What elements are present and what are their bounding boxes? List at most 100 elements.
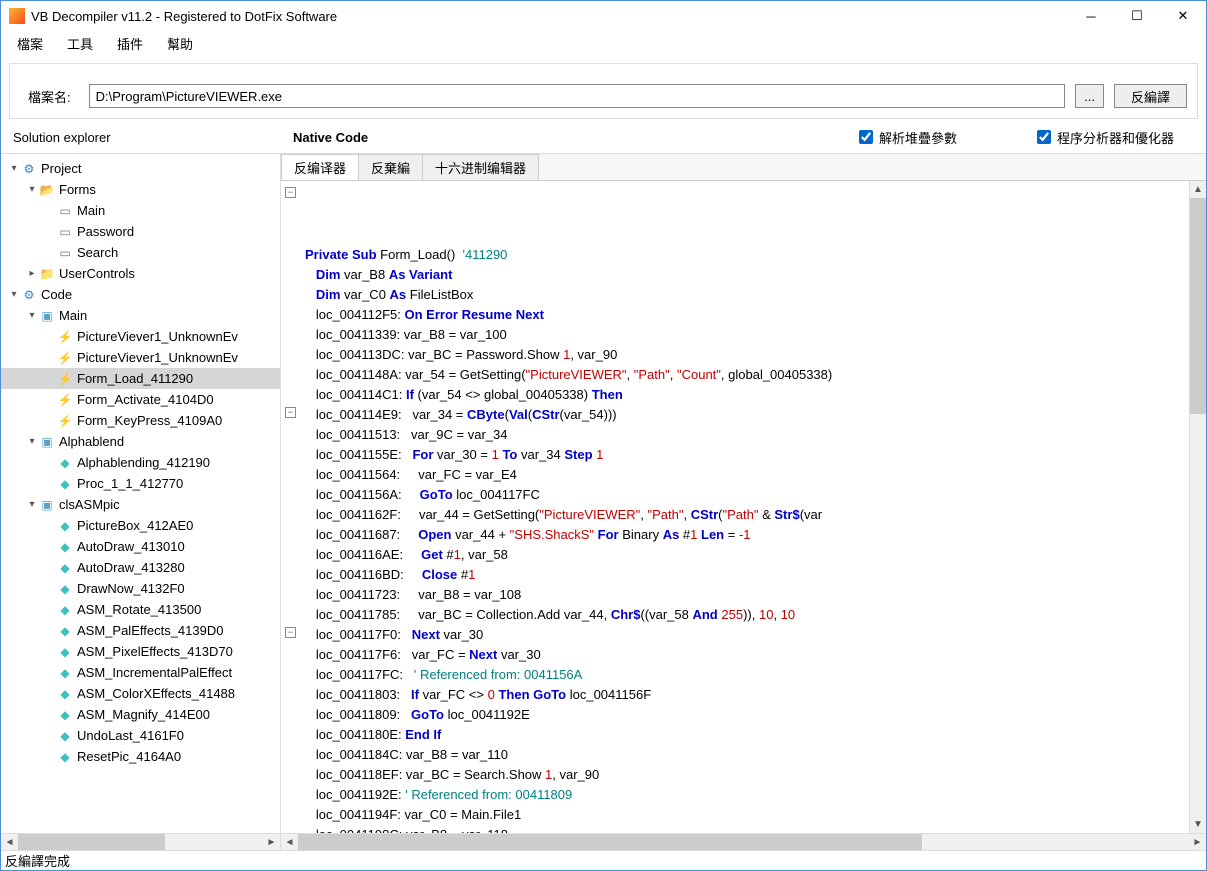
code-panel: 反编译器反棄編十六进制编辑器 −−− Private Sub Form_Load… — [281, 154, 1206, 850]
tree-item-label: UserControls — [59, 266, 135, 281]
tree-item-ASM_PixelEffects_413D70[interactable]: ◆ASM_PixelEffects_413D70 — [1, 641, 280, 662]
analyzer-check-input[interactable] — [1037, 130, 1051, 144]
expand-toggle-icon[interactable]: ▾ — [25, 436, 39, 447]
code-line: loc_00411803: If var_FC <> 0 Then GoTo l… — [305, 685, 1189, 705]
tab-反编译器[interactable]: 反编译器 — [281, 154, 359, 180]
tree-item-UserControls[interactable]: ▸📁UserControls — [1, 263, 280, 284]
tree-item-PictureViever1_UnknownEv[interactable]: ⚡ PictureViever1_UnknownEv — [1, 347, 280, 368]
browse-button[interactable]: ... — [1075, 84, 1104, 108]
mod-icon: ▣ — [39, 498, 55, 512]
tree-item-Form_KeyPress_4109A0[interactable]: ⚡Form_KeyPress_4109A0 — [1, 410, 280, 431]
code-line: loc_004118EF: var_BC = Search.Show 1, va… — [305, 765, 1189, 785]
tree-item-label: PictureViever1_UnknownEv — [77, 350, 238, 365]
analyzer-label: 程序分析器和優化器 — [1057, 128, 1174, 147]
code-line: loc_004112F5: On Error Resume Next — [305, 305, 1189, 325]
scroll-down-icon[interactable]: ▼ — [1190, 816, 1206, 833]
tree-item-label: Forms — [59, 182, 96, 197]
tree-item-Form_Activate_4104D0[interactable]: ⚡Form_Activate_4104D0 — [1, 389, 280, 410]
scroll-left-icon[interactable]: ◄ — [281, 834, 298, 850]
parse-stack-checkbox[interactable]: 解析堆疊參數 — [859, 128, 957, 147]
analyzer-checkbox[interactable]: 程序分析器和優化器 — [1037, 128, 1174, 147]
proc-icon: ⚡ — [57, 351, 73, 365]
fold-toggle-icon[interactable]: − — [285, 627, 296, 638]
tree-item-ASM_PalEffects_4139D0[interactable]: ◆ASM_PalEffects_4139D0 — [1, 620, 280, 641]
tree-item-label: Alphablending_412190 — [77, 455, 210, 470]
method-icon: ◆ — [57, 582, 73, 596]
native-code-label: Native Code — [293, 130, 859, 145]
tree-item-label: Form_Load_411290 — [77, 371, 193, 386]
code-hscrollbar[interactable]: ◄ ► — [281, 833, 1206, 850]
menu-檔案[interactable]: 檔案 — [7, 32, 53, 55]
code-line: loc_004113DC: var_BC = Password.Show 1, … — [305, 345, 1189, 365]
tree-item-AutoDraw_413010[interactable]: ◆AutoDraw_413010 — [1, 536, 280, 557]
scroll-right-icon[interactable]: ► — [263, 834, 280, 850]
tree-item-PictureViever1_UnknownEv[interactable]: ⚡ PictureViever1_UnknownEv — [1, 326, 280, 347]
close-button[interactable]: ✕ — [1160, 1, 1206, 31]
tree-item-label: PictureBox_412AE0 — [77, 518, 193, 533]
tree-item-clsASMpic[interactable]: ▾▣ clsASMpic — [1, 494, 280, 515]
code-line: loc_0041180E: End If — [305, 725, 1189, 745]
tree-item-ASM_ColorXEffects_41488[interactable]: ◆ASM_ColorXEffects_41488 — [1, 683, 280, 704]
status-bar: 反編譯完成 — [1, 850, 1206, 870]
parse-stack-check-input[interactable] — [859, 130, 873, 144]
expand-toggle-icon[interactable]: ▾ — [7, 163, 21, 174]
menu-工具[interactable]: 工具 — [57, 32, 103, 55]
tree-item-Proc_1_1_412770[interactable]: ◆Proc_1_1_412770 — [1, 473, 280, 494]
tab-十六进制编辑器[interactable]: 十六进制编辑器 — [422, 154, 539, 180]
tree-item-ASM_IncrementalPalEffect[interactable]: ◆ ASM_IncrementalPalEffect — [1, 662, 280, 683]
tree-item-label: ASM_ColorXEffects_41488 — [77, 686, 235, 701]
tree-item-Main[interactable]: ▾▣Main — [1, 305, 280, 326]
tree-item-AutoDraw_413280[interactable]: ◆AutoDraw_413280 — [1, 557, 280, 578]
folder-icon: 📂 — [39, 183, 55, 197]
tree-item-label: ASM_IncrementalPalEffect — [77, 665, 232, 680]
fold-toggle-icon[interactable]: − — [285, 407, 296, 418]
proc-icon: ⚡ — [57, 330, 73, 344]
tree-item-Project[interactable]: ▾⚙Project — [1, 158, 280, 179]
scroll-right-icon[interactable]: ► — [1189, 834, 1206, 850]
mod-icon: ▣ — [39, 309, 55, 323]
expand-toggle-icon[interactable]: ▸ — [25, 268, 39, 279]
tree-item-label: PictureViever1_UnknownEv — [77, 329, 238, 344]
tree-item-Alphablending_412190[interactable]: ◆ Alphablending_412190 — [1, 452, 280, 473]
scroll-up-icon[interactable]: ▲ — [1190, 181, 1206, 198]
method-icon: ◆ — [57, 666, 73, 680]
tree-item-Password[interactable]: ▭Password — [1, 221, 280, 242]
method-icon: ◆ — [57, 624, 73, 638]
project-tree[interactable]: ▾⚙Project▾📂Forms ▭Main ▭Password ▭Search… — [1, 154, 280, 833]
decompile-button[interactable]: 反編譯 — [1114, 84, 1187, 108]
code-line: loc_00411564: var_FC = var_E4 — [305, 465, 1189, 485]
tree-item-ASM_Magnify_414E00[interactable]: ◆ASM_Magnify_414E00 — [1, 704, 280, 725]
tree-item-Main[interactable]: ▭Main — [1, 200, 280, 221]
tree-item-Search[interactable]: ▭Search — [1, 242, 280, 263]
menu-幫助[interactable]: 幫助 — [157, 32, 203, 55]
tree-hscrollbar[interactable]: ◄ ► — [1, 833, 280, 850]
expand-toggle-icon[interactable]: ▾ — [7, 289, 21, 300]
tree-item-Forms[interactable]: ▾📂 Forms — [1, 179, 280, 200]
tree-item-label: clsASMpic — [59, 497, 120, 512]
fold-toggle-icon[interactable]: − — [285, 187, 296, 198]
method-icon: ◆ — [57, 708, 73, 722]
expand-toggle-icon[interactable]: ▾ — [25, 184, 39, 195]
tree-item-PictureBox_412AE0[interactable]: ◆PictureBox_412AE0 — [1, 515, 280, 536]
tree-item-Code[interactable]: ▾⚙Code — [1, 284, 280, 305]
method-icon: ◆ — [57, 456, 73, 470]
expand-toggle-icon[interactable]: ▾ — [25, 310, 39, 321]
tree-item-Alphablend[interactable]: ▾▣Alphablend — [1, 431, 280, 452]
tree-item-UndoLast_4161F0[interactable]: ◆UndoLast_4161F0 — [1, 725, 280, 746]
expand-toggle-icon[interactable]: ▾ — [25, 499, 39, 510]
tree-item-ResetPic_4164A0[interactable]: ◆ResetPic_4164A0 — [1, 746, 280, 767]
maximize-button[interactable]: ☐ — [1114, 1, 1160, 31]
code-vscrollbar[interactable]: ▲ ▼ — [1189, 181, 1206, 833]
tree-item-Form_Load_411290[interactable]: ⚡Form_Load_411290 — [1, 368, 280, 389]
code-editor[interactable]: −−− Private Sub Form_Load() '411290 Dim … — [281, 181, 1189, 833]
tree-item-DrawNow_4132F0[interactable]: ◆DrawNow_4132F0 — [1, 578, 280, 599]
code-line: loc_0041198C: var_B8 = var_118 — [305, 825, 1189, 833]
minimize-button[interactable]: ─ — [1068, 1, 1114, 31]
menu-插件[interactable]: 插件 — [107, 32, 153, 55]
code-line: Dim var_B8 As Variant — [305, 265, 1189, 285]
tab-反棄編[interactable]: 反棄編 — [358, 154, 423, 180]
scroll-left-icon[interactable]: ◄ — [1, 834, 18, 850]
file-path-input[interactable] — [89, 84, 1066, 108]
code-line: loc_004116BD: Close #1 — [305, 565, 1189, 585]
tree-item-ASM_Rotate_413500[interactable]: ◆ASM_Rotate_413500 — [1, 599, 280, 620]
